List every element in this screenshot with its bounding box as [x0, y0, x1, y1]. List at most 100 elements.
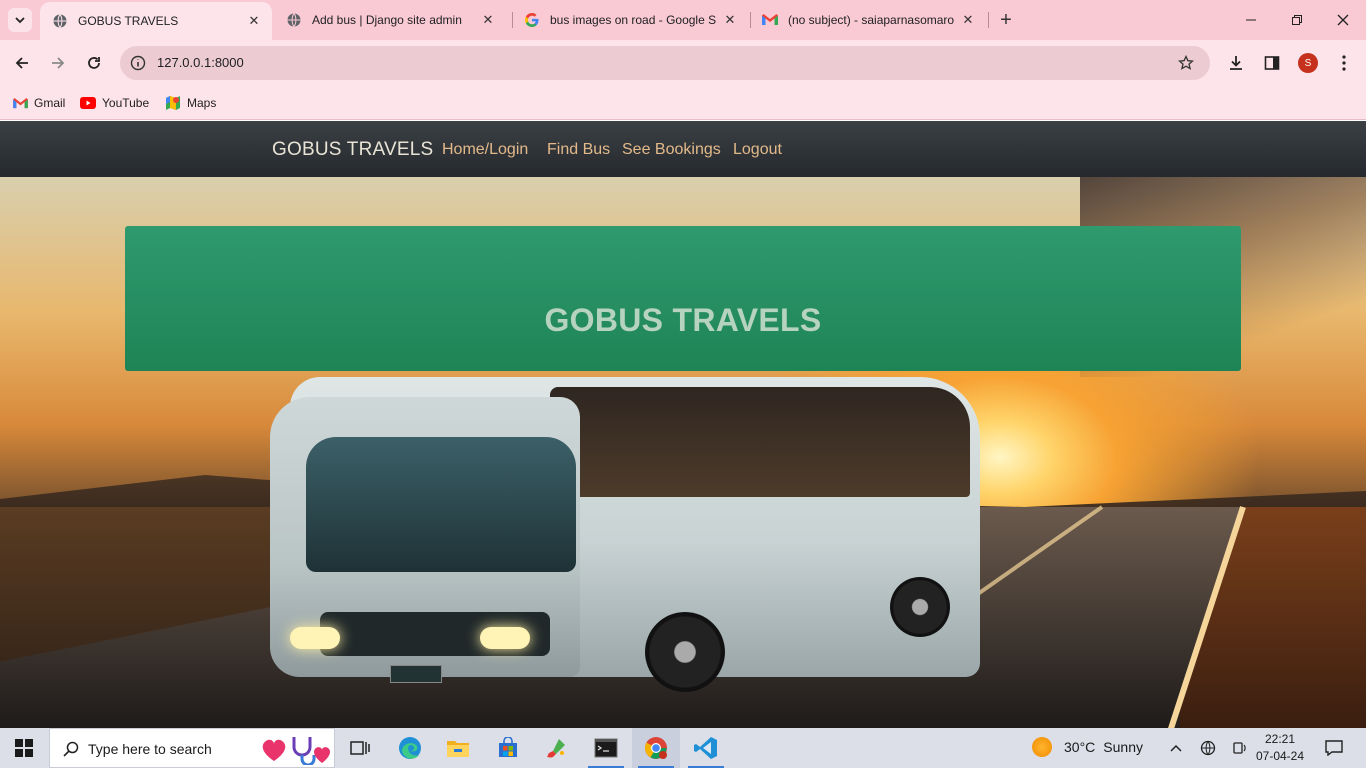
- arrow-left-icon: [15, 57, 28, 69]
- bookmark-label: Gmail: [34, 96, 66, 110]
- bookmark-maps[interactable]: Maps: [165, 93, 216, 113]
- tab-gmail[interactable]: (no subject) - saiaparnasomaro ✕: [750, 0, 986, 40]
- nav-link-see-bookings[interactable]: See Bookings: [622, 141, 721, 159]
- restore-button[interactable]: [1274, 0, 1320, 40]
- search-highlight-stethoscope-icon: [262, 737, 330, 765]
- nav-link-find-bus[interactable]: Find Bus: [547, 141, 610, 159]
- chrome-app[interactable]: [632, 728, 680, 768]
- youtube-icon: [80, 95, 96, 111]
- side-panel-button[interactable]: [1260, 51, 1284, 75]
- tab-title: (no subject) - saiaparnasomaro: [788, 13, 955, 27]
- show-hidden-icons-button[interactable]: [1166, 738, 1186, 758]
- globe-icon: [286, 12, 302, 28]
- tab-strip: GOBUS TRAVELS ✕ Add bus | Django site ad…: [0, 0, 1366, 40]
- volume-button[interactable]: [1230, 738, 1250, 758]
- chevron-up-icon: [1170, 744, 1182, 752]
- google-icon: [524, 12, 540, 28]
- forward-button[interactable]: [42, 47, 74, 79]
- nav-link-logout[interactable]: Logout: [733, 141, 782, 159]
- edge-icon: [399, 737, 421, 759]
- store-icon: [499, 737, 517, 757]
- bus-headlight: [290, 627, 340, 649]
- url-text[interactable]: 127.0.0.1:8000: [157, 55, 244, 70]
- browser-toolbar: 127.0.0.1:8000 S: [0, 40, 1366, 86]
- vscode-icon: [694, 737, 717, 759]
- download-button[interactable]: [1224, 51, 1248, 75]
- close-icon: [1337, 14, 1349, 26]
- nav-link-home-login[interactable]: Home/Login: [442, 141, 528, 159]
- edge-app[interactable]: [386, 728, 434, 768]
- side-panel-icon: [1264, 56, 1280, 70]
- tab-search-button[interactable]: [8, 8, 32, 32]
- tab-add-bus[interactable]: Add bus | Django site admin ✕: [274, 0, 506, 40]
- chrome-icon: [645, 737, 667, 759]
- arrow-right-icon: [52, 57, 65, 69]
- notifications-button[interactable]: [1324, 738, 1344, 758]
- search-icon: [62, 740, 80, 758]
- folder-icon: [447, 741, 469, 757]
- hero-title: GOBUS TRAVELS: [544, 302, 822, 338]
- bookmark-youtube[interactable]: YouTube: [80, 93, 149, 113]
- bus-headlight: [480, 627, 530, 649]
- tab-gobus-travels[interactable]: GOBUS TRAVELS ✕: [40, 2, 272, 40]
- taskbar-search-box[interactable]: Type here to search: [49, 728, 335, 768]
- address-bar[interactable]: 127.0.0.1:8000: [120, 46, 1210, 80]
- weather-condition: Sunny: [1103, 739, 1143, 755]
- chat-bubble-icon: [1325, 740, 1343, 756]
- bookmarks-bar: Gmail YouTube Maps: [0, 86, 1366, 120]
- more-vert-icon: [1342, 55, 1346, 71]
- speaker-icon: [1233, 742, 1246, 754]
- paint-app[interactable]: [532, 728, 580, 768]
- minimize-button[interactable]: [1228, 0, 1274, 40]
- bookmark-star-icon[interactable]: [1176, 53, 1196, 73]
- gmail-icon: [762, 12, 778, 28]
- site-info-icon[interactable]: [128, 53, 148, 73]
- close-icon[interactable]: ✕: [722, 12, 738, 28]
- bus-wheel: [890, 577, 950, 637]
- windows-icon: [15, 739, 33, 757]
- search-placeholder: Type here to search: [88, 741, 212, 757]
- bus-windshield: [306, 437, 576, 572]
- menu-button[interactable]: [1332, 51, 1356, 75]
- network-button[interactable]: [1198, 738, 1218, 758]
- close-window-button[interactable]: [1320, 0, 1366, 40]
- bookmark-label: YouTube: [102, 96, 150, 110]
- globe-icon: [1200, 740, 1216, 756]
- tab-title: bus images on road - Google S: [550, 13, 717, 27]
- terminal-icon: [594, 738, 618, 758]
- reload-icon: [88, 57, 100, 69]
- new-tab-button[interactable]: +: [994, 8, 1018, 32]
- tab-separator: [988, 12, 989, 28]
- file-explorer-app[interactable]: [434, 728, 482, 768]
- close-icon[interactable]: ✕: [960, 12, 976, 28]
- navbar-brand[interactable]: GOBUS TRAVELS: [272, 139, 433, 161]
- clock-time: 22:21: [1264, 732, 1296, 746]
- terminal-app[interactable]: [582, 728, 630, 768]
- tab-title: GOBUS TRAVELS: [78, 14, 179, 28]
- vscode-app[interactable]: [682, 728, 730, 768]
- windows-taskbar: Type here to search 30°C Sunny 22:21 07-…: [0, 728, 1366, 768]
- maps-icon: [165, 95, 181, 111]
- site-navbar: GOBUS TRAVELS Home/Login Find Bus See Bo…: [0, 121, 1366, 177]
- bookmark-gmail[interactable]: Gmail: [12, 93, 65, 113]
- web-page: GOBUS TRAVELS Home/Login Find Bus See Bo…: [0, 121, 1366, 728]
- reload-button[interactable]: [78, 47, 110, 79]
- close-icon[interactable]: ✕: [480, 12, 496, 28]
- microsoft-store-app[interactable]: [484, 728, 532, 768]
- close-icon[interactable]: ✕: [246, 13, 262, 29]
- task-view-button[interactable]: [336, 728, 384, 768]
- taskbar-clock[interactable]: 22:21 07-04-24: [1250, 731, 1310, 765]
- task-view-icon: [350, 741, 370, 755]
- minimize-icon: [1246, 19, 1256, 21]
- profile-avatar[interactable]: S: [1298, 53, 1318, 73]
- chevron-down-icon: [15, 17, 25, 24]
- sun-icon: [1032, 737, 1052, 757]
- restore-icon: [1292, 15, 1302, 25]
- gmail-icon: [12, 95, 28, 111]
- tab-google-search[interactable]: bus images on road - Google S ✕: [512, 0, 748, 40]
- start-button[interactable]: [0, 728, 48, 768]
- download-icon: [1230, 56, 1242, 70]
- bus-side-windows: [550, 387, 970, 497]
- back-button[interactable]: [6, 47, 38, 79]
- weather-widget[interactable]: 30°C Sunny: [1032, 737, 1143, 757]
